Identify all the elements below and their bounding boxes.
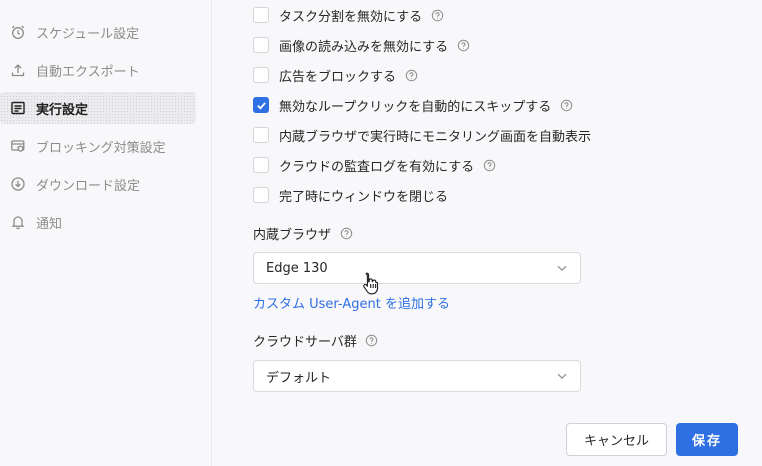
browser-label: 内蔵ブラウザ	[253, 223, 353, 243]
hand-pointer-icon	[363, 272, 379, 295]
sidebar-item-label: スケジュール設定	[36, 26, 140, 42]
checkbox[interactable]	[253, 127, 269, 143]
help-icon[interactable]	[339, 226, 353, 240]
bell-icon	[10, 214, 26, 230]
checkbox[interactable]	[253, 67, 269, 83]
sidebar-item-label: 実行設定	[36, 102, 89, 118]
sidebar-item-label: ブロッキング対策設定	[36, 140, 166, 156]
sidebar-item-anti-blocking[interactable]: ブロッキング対策設定	[0, 130, 196, 162]
option-disable-image-loading[interactable]: 画像の読み込みを無効にする	[253, 34, 470, 56]
checkbox[interactable]	[253, 7, 269, 23]
sidebar-item-execution[interactable]: 実行設定	[0, 92, 196, 124]
sidebar-item-auto-export[interactable]: 自動エクスポート	[0, 54, 196, 86]
option-enable-cloud-audit-log[interactable]: クラウドの監査ログを有効にする	[253, 154, 496, 176]
sidebar-item-schedule[interactable]: スケジュール設定	[0, 16, 196, 48]
checkbox[interactable]	[253, 187, 269, 203]
help-icon[interactable]	[404, 68, 418, 82]
list-settings-icon	[10, 100, 26, 116]
option-auto-show-monitor[interactable]: 内蔵ブラウザで実行時にモニタリング画面を自動表示	[253, 124, 591, 146]
execution-settings-panel: タスク分割を無効にする 画像の読み込みを無効にする 広告をブロックする 無効なル…	[213, 0, 762, 466]
option-label: 内蔵ブラウザで実行時にモニタリング画面を自動表示	[279, 129, 592, 145]
sidebar-item-notification[interactable]: 通知	[0, 206, 196, 238]
cloud-group-select[interactable]: デフォルト	[253, 360, 581, 392]
alarm-clock-icon	[10, 24, 26, 40]
option-label: 無効なループクリックを自動的にスキップする	[279, 99, 552, 115]
option-label: クラウドの監査ログを有効にする	[279, 159, 475, 175]
cloud-group-label: クラウドサーバ群	[253, 330, 379, 350]
download-circle-icon	[10, 176, 26, 192]
option-label: 画像の読み込みを無効にする	[279, 39, 449, 55]
checkbox-checked[interactable]	[253, 97, 269, 113]
option-skip-invalid-loop-click[interactable]: 無効なループクリックを自動的にスキップする	[253, 94, 573, 116]
help-icon[interactable]	[559, 98, 573, 112]
sidebar-item-label: 自動エクスポート	[36, 64, 140, 80]
option-label: 完了時にウィンドウを閉じる	[279, 189, 449, 205]
option-label: 広告をブロックする	[279, 69, 397, 85]
option-label: タスク分割を無効にする	[279, 9, 423, 25]
help-icon[interactable]	[365, 333, 379, 347]
settings-window: スケジュール設定 自動エクスポート 実行設定 ブロッキング対策設定 ダウンロード…	[0, 0, 762, 466]
settings-sidebar: スケジュール設定 自動エクスポート 実行設定 ブロッキング対策設定 ダウンロード…	[0, 0, 212, 466]
card-shield-icon	[10, 138, 26, 154]
help-icon[interactable]	[456, 38, 470, 52]
checkmark-icon	[256, 101, 266, 110]
checkbox[interactable]	[253, 37, 269, 53]
browser-select-value: Edge 130	[266, 260, 328, 276]
help-icon[interactable]	[430, 8, 444, 22]
upload-icon	[10, 62, 26, 78]
chevron-down-icon	[556, 370, 568, 382]
cloud-group-select-value: デフォルト	[266, 370, 332, 386]
add-user-agent-link[interactable]: カスタム User-Agent を追加する	[253, 292, 450, 312]
browser-select[interactable]: Edge 130	[253, 252, 581, 284]
option-block-ads[interactable]: 広告をブロックする	[253, 64, 418, 86]
sidebar-item-label: 通知	[36, 216, 63, 232]
help-icon[interactable]	[482, 158, 496, 172]
option-close-window-on-finish[interactable]: 完了時にウィンドウを閉じる	[253, 184, 448, 206]
save-button[interactable]: 保存	[676, 423, 738, 456]
cancel-button[interactable]: キャンセル	[566, 423, 667, 456]
option-disable-task-split[interactable]: タスク分割を無効にする	[253, 4, 444, 26]
chevron-down-icon	[556, 262, 568, 274]
sidebar-item-download[interactable]: ダウンロード設定	[0, 168, 196, 200]
sidebar-item-label: ダウンロード設定	[36, 178, 141, 194]
checkbox[interactable]	[253, 157, 269, 173]
